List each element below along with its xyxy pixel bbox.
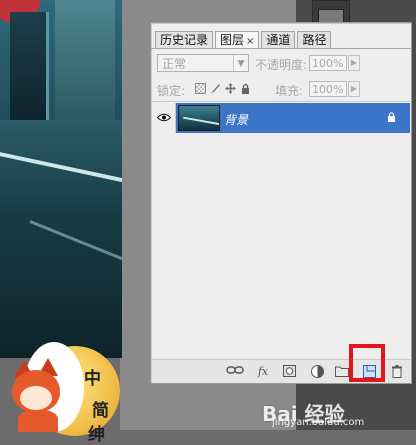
tab-channels[interactable]: 通道 <box>261 31 296 48</box>
layer-row-background[interactable]: 背景 <box>152 103 410 133</box>
lock-icon <box>388 112 395 122</box>
group-folder-icon[interactable] <box>335 365 349 378</box>
watermark-url: jingyan.baidu.com <box>272 417 365 428</box>
new-layer-highlight-frame <box>349 344 385 382</box>
eye-icon <box>157 113 171 122</box>
add-mask-icon[interactable] <box>282 365 296 378</box>
opacity-input[interactable]: 100% <box>309 55 347 71</box>
fill-slider-arrow-icon[interactable]: ▶ <box>348 81 360 97</box>
lock-fill-row: 锁定: 填充: 100% ▶ <box>157 80 407 98</box>
tab-divider <box>151 48 411 49</box>
mascot-char: 中 <box>84 369 101 389</box>
blend-opacity-row: 正常 ▼ 不透明度: 100% ▶ <box>157 54 407 74</box>
trash-icon[interactable] <box>390 365 404 378</box>
document-image <box>0 0 122 358</box>
close-icon[interactable]: × <box>246 36 254 47</box>
chevron-down-icon: ▼ <box>233 55 248 71</box>
fill-input[interactable]: 100% <box>309 81 347 97</box>
doorway-shape <box>10 12 49 122</box>
layer-name[interactable]: 背景 <box>224 111 248 128</box>
blend-mode-select[interactable]: 正常 ▼ <box>157 54 249 72</box>
opacity-slider-arrow-icon[interactable]: ▶ <box>348 55 360 71</box>
mascot-char: 绅 <box>88 425 105 445</box>
lock-label: 锁定: <box>157 84 186 98</box>
visibility-toggle[interactable] <box>152 103 176 133</box>
lock-all-icon[interactable] <box>240 83 251 94</box>
layer-thumbnail <box>178 105 220 131</box>
tab-paths[interactable]: 路径 <box>297 31 332 48</box>
minimized-panel[interactable] <box>312 0 350 24</box>
lock-pixels-brush-icon[interactable] <box>210 83 221 94</box>
lock-position-move-icon[interactable] <box>225 83 236 94</box>
panel-tabs: 历史记录 图层 × 通道 路径 <box>155 31 333 49</box>
adjustment-layer-icon[interactable] <box>310 365 324 378</box>
layers-panel: 历史记录 图层 × 通道 路径 正常 ▼ 不透明度: 100% ▶ 锁定: 填充:… <box>150 22 412 384</box>
link-layers-icon[interactable] <box>226 365 244 378</box>
lock-transparency-icon[interactable] <box>195 83 206 94</box>
mascot-sticker: 中 简 绅 <box>0 336 130 445</box>
wall-shape <box>55 0 115 120</box>
options-divider <box>152 101 410 102</box>
fill-label: 填充: <box>275 84 304 98</box>
mascot-char: 简 <box>92 401 109 421</box>
baidu-watermark: Bai 经验 jingyan.baidu.com <box>262 396 412 430</box>
fx-icon[interactable]: fx <box>255 365 271 378</box>
tab-layers[interactable]: 图层 × <box>215 31 260 49</box>
tab-history[interactable]: 历史记录 <box>155 31 214 48</box>
opacity-label: 不透明度: <box>255 58 308 72</box>
